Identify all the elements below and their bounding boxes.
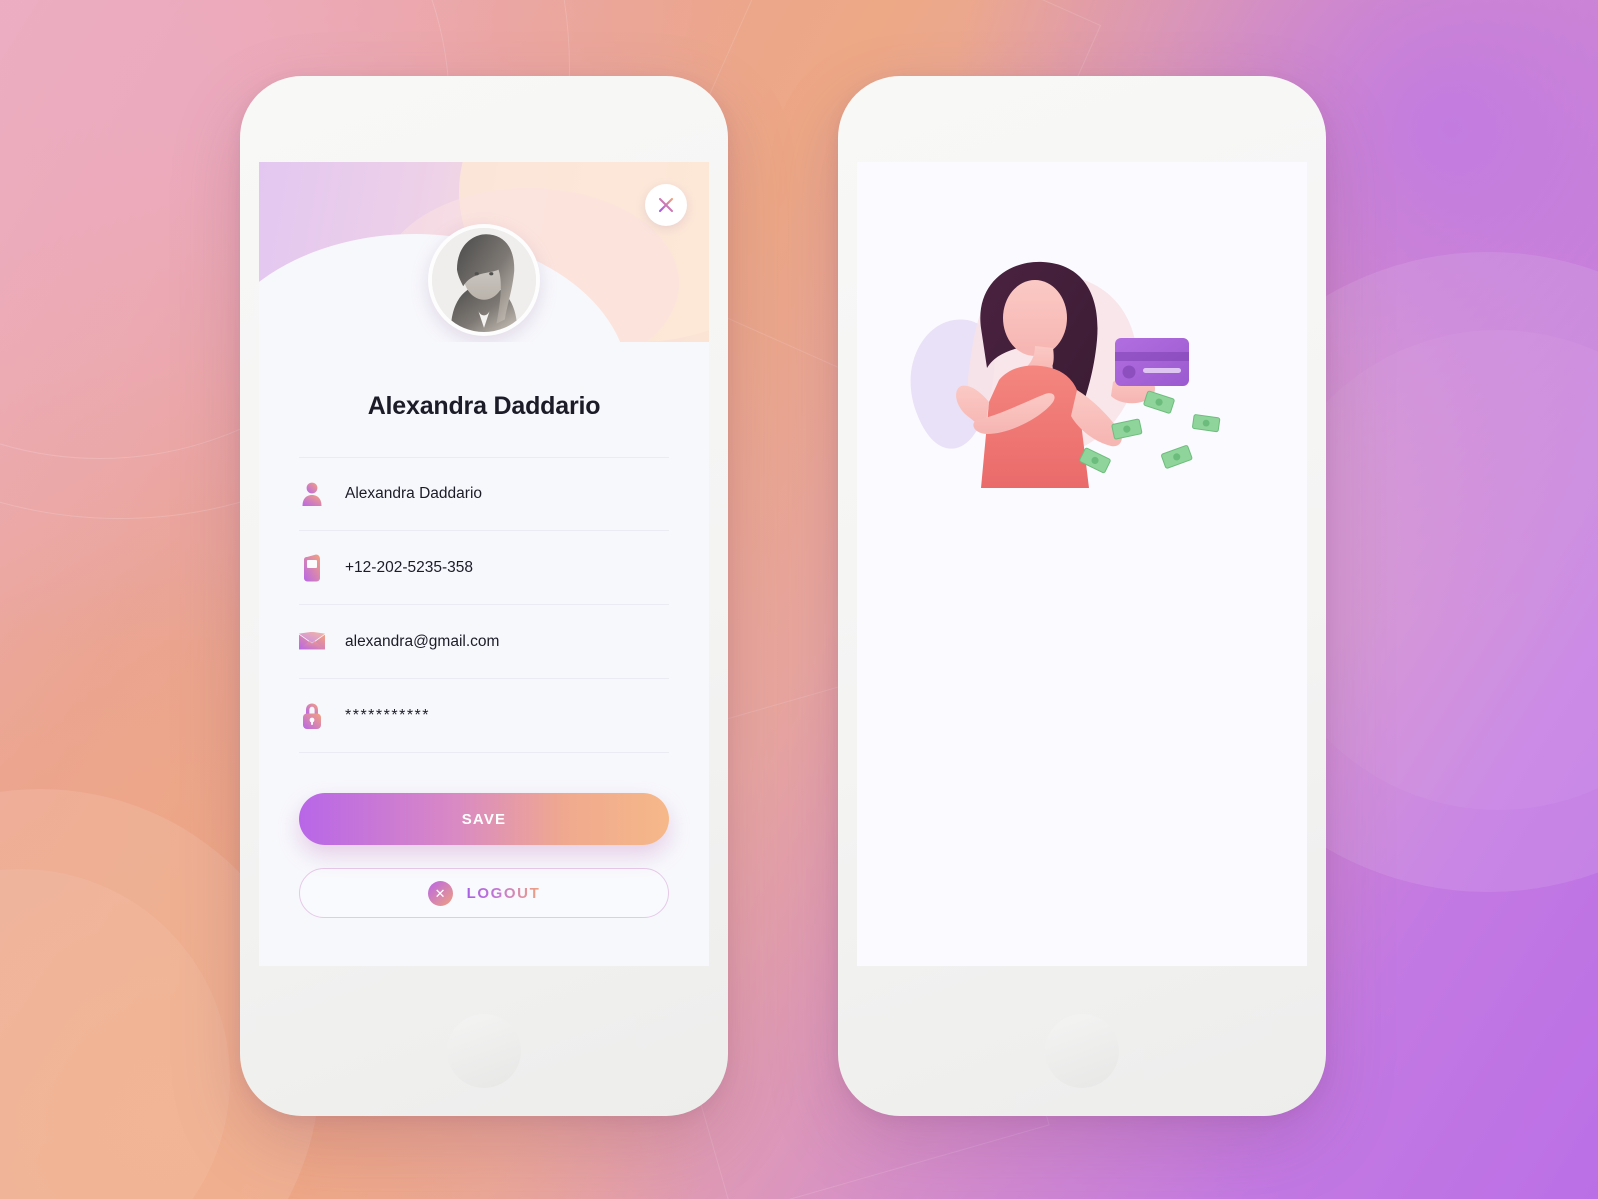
close-x-icon — [658, 197, 674, 213]
field-value-name: Alexandra Daddario — [345, 485, 483, 502]
user-icon — [299, 479, 325, 509]
profile-actions: SAVE ✕ LOGOUT — [259, 793, 709, 918]
field-value-phone: +12-202-5235-358 — [345, 558, 473, 576]
phone-mockup-profile: Alexandra Daddario Alexandra Daddario +1… — [240, 76, 728, 1116]
save-button[interactable]: SAVE — [299, 793, 669, 845]
phone-icon — [299, 553, 325, 583]
avatar[interactable] — [428, 224, 540, 336]
profile-screen: Alexandra Daddario Alexandra Daddario +1… — [259, 162, 709, 966]
phone-home-button[interactable] — [1045, 1014, 1119, 1088]
woman-holding-credit-card-and-money-illustration — [910, 261, 1221, 488]
payment-screen: 9:12 PM — [857, 162, 1307, 966]
close-circle-icon: ✕ — [427, 880, 453, 906]
profile-header — [259, 162, 709, 342]
close-button[interactable] — [645, 184, 687, 226]
field-value-email: alexandra@gmail.com — [345, 632, 500, 650]
field-row-name[interactable]: Alexandra Daddario — [299, 457, 669, 531]
field-row-password[interactable]: *********** — [299, 679, 669, 753]
payment-illustration — [857, 244, 1307, 516]
profile-fields: Alexandra Daddario +12-202-5235-358 alex… — [259, 457, 709, 753]
avatar-photo — [432, 228, 536, 332]
page-title: Alexandra Daddario — [367, 392, 601, 420]
logout-button-label: LOGOUT — [466, 884, 541, 902]
mail-icon — [299, 627, 325, 657]
phone-mockup-payment: 9:12 PM — [838, 76, 1326, 1116]
field-row-email[interactable]: alexandra@gmail.com — [299, 605, 669, 679]
field-value-password: *********** — [345, 706, 430, 724]
user-avatar-photo — [432, 228, 536, 332]
lock-icon — [299, 701, 325, 731]
phone-home-button[interactable] — [447, 1014, 521, 1088]
field-row-phone[interactable]: +12-202-5235-358 — [299, 531, 669, 605]
logout-button[interactable]: ✕ LOGOUT — [299, 868, 669, 918]
